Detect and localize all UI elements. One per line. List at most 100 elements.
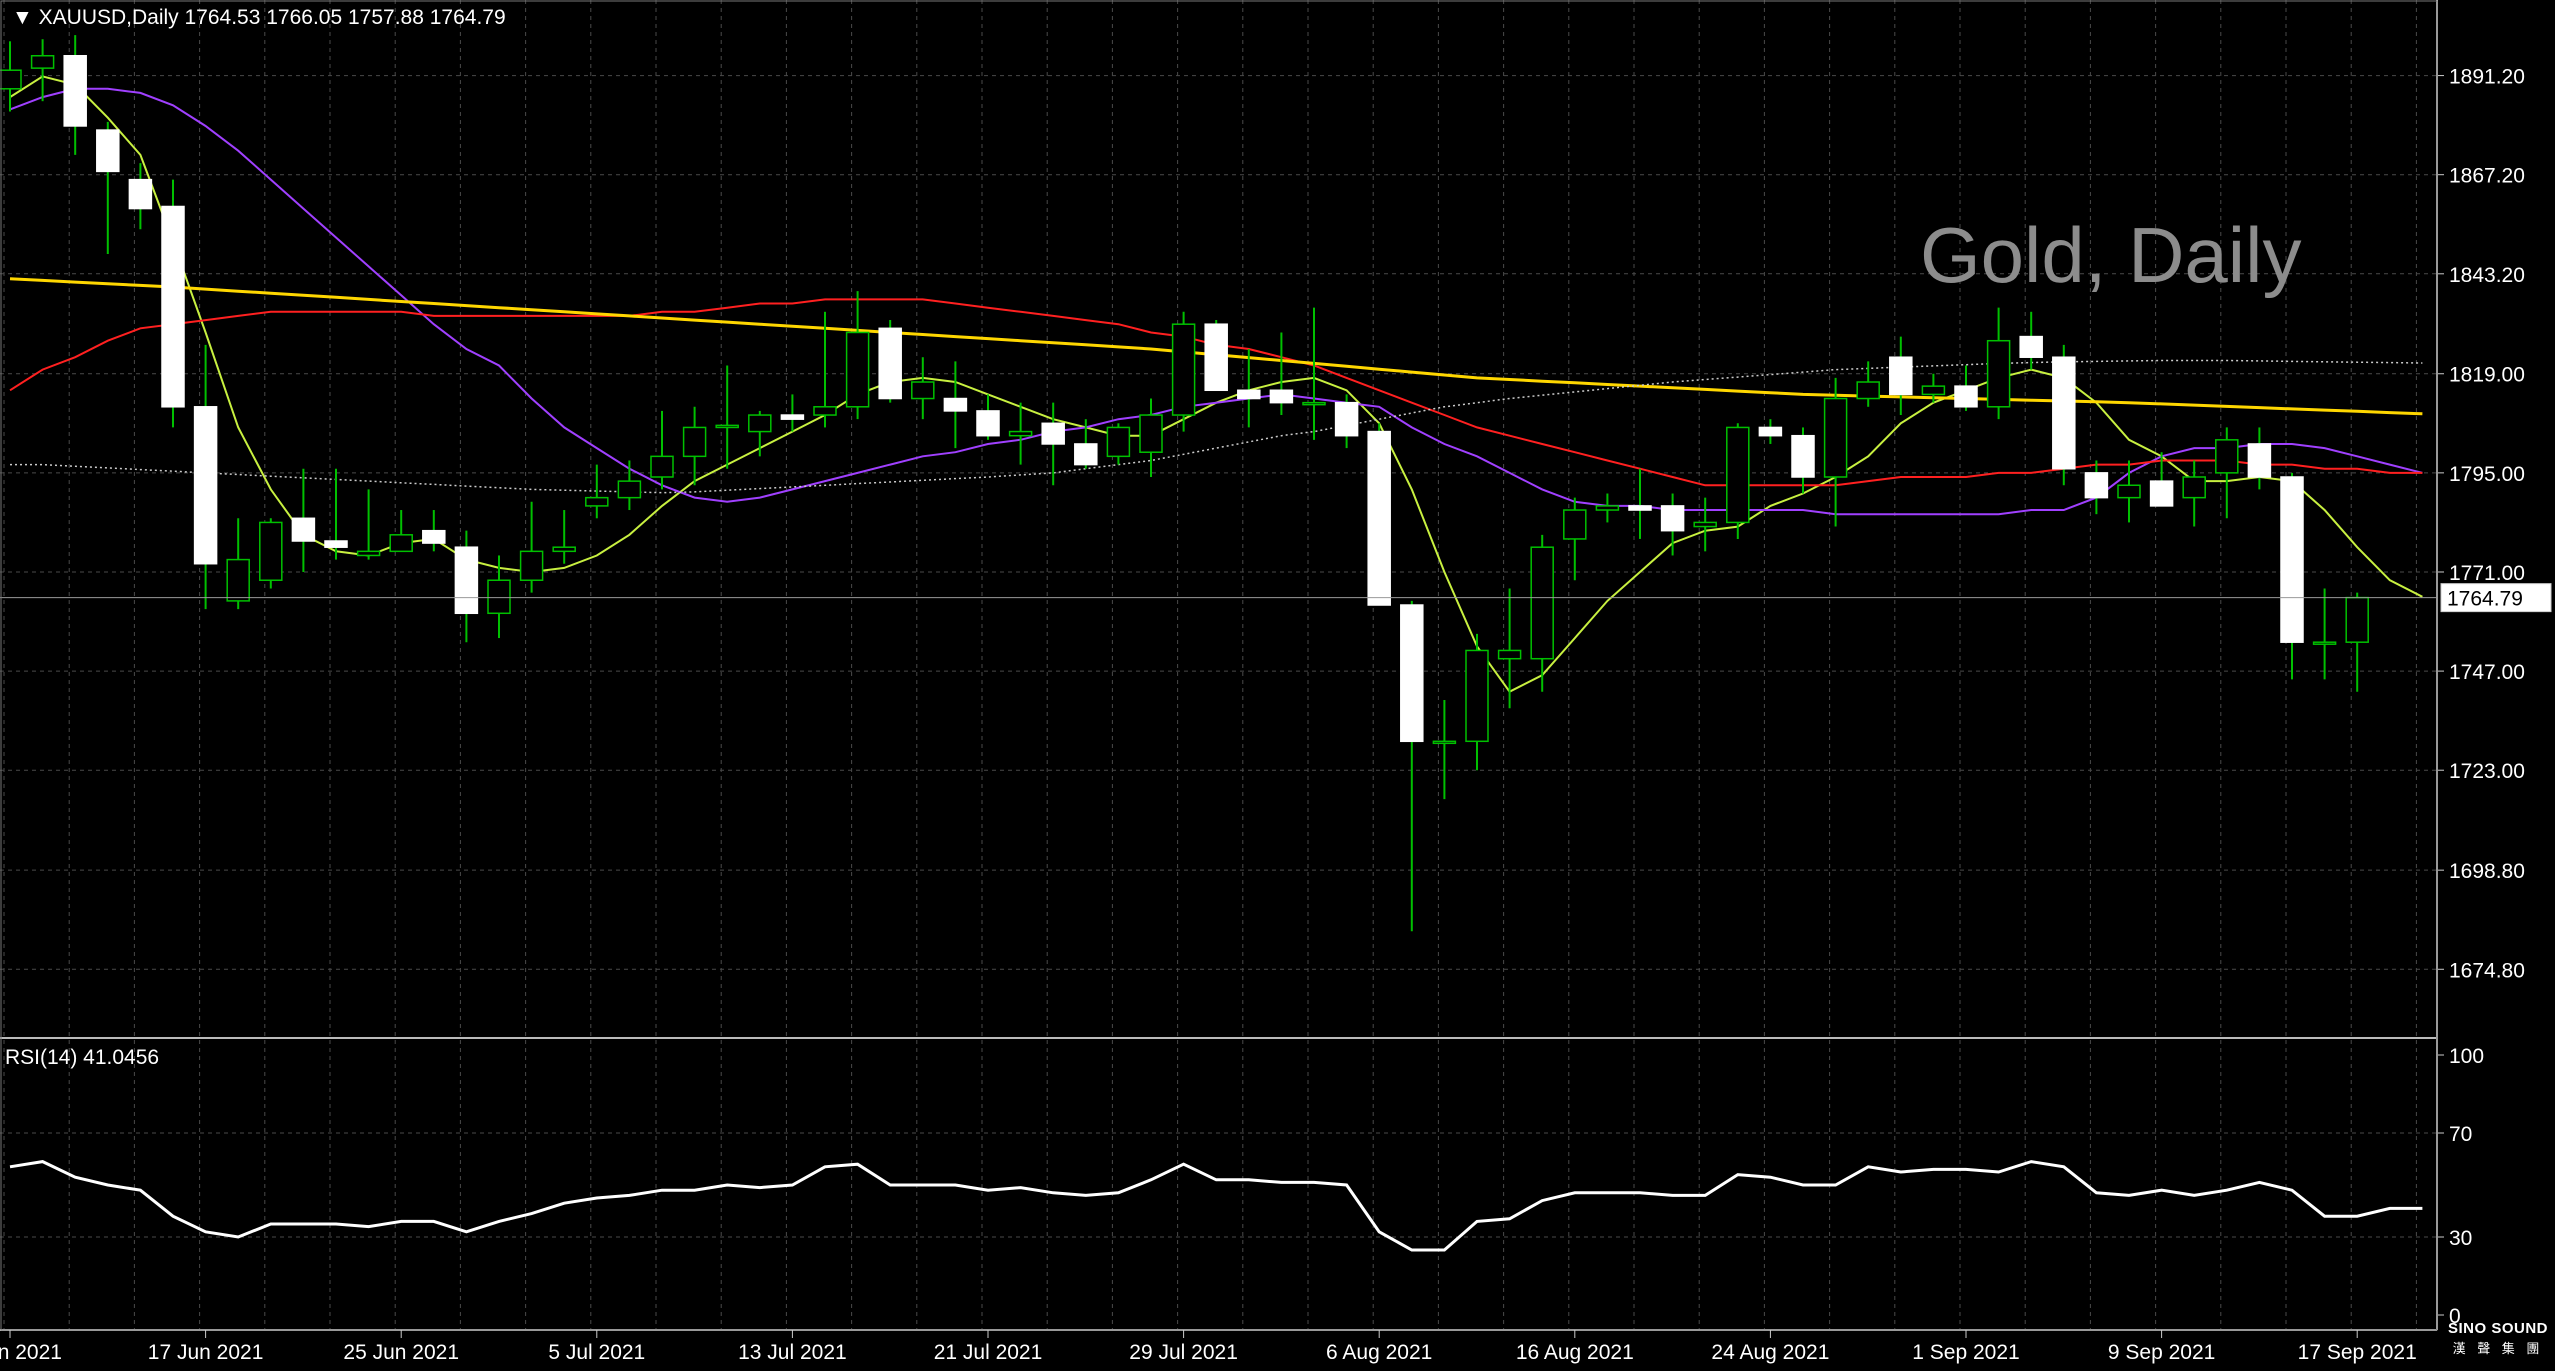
candle-body [1921, 385, 1946, 396]
candle-body [259, 521, 283, 581]
current-price-label: 1764.79 [2447, 588, 2523, 611]
candle-body [193, 406, 218, 565]
time-tick-label: 13 Jul 2021 [738, 1341, 847, 1364]
symbol-header: ▼ XAUUSD,Daily 1764.53 1766.05 1757.88 1… [12, 6, 506, 30]
candle-body [1302, 401, 1326, 406]
candle-body [291, 517, 316, 542]
candle-body [2182, 476, 2206, 499]
candle-body [1367, 430, 1391, 606]
candle-body [2280, 476, 2304, 643]
time-tick-label: 9 Sep 2021 [2108, 1341, 2215, 1364]
rsi-tick-label: 100 [2449, 1045, 2484, 1068]
candle-body [1269, 389, 1294, 404]
candle-body [30, 55, 55, 69]
time-tick-label: 24 Aug 2021 [1711, 1341, 1829, 1364]
candle-body [356, 550, 381, 557]
background [0, 0, 2555, 1371]
candle-body [1432, 740, 1457, 745]
candle-body [617, 480, 642, 499]
candle-body [2345, 596, 2369, 643]
candle-body [911, 381, 935, 400]
candle-body [128, 178, 153, 210]
candle-body [1008, 430, 1033, 437]
candle-body [1041, 422, 1065, 445]
time-tick-label: 17 Sep 2021 [2298, 1341, 2417, 1364]
candle-body [1106, 426, 1131, 458]
time-tick-label: 9 Jun 2021 [0, 1341, 62, 1364]
price-tick-label: 1795.00 [2449, 463, 2525, 486]
candle-body [1726, 426, 1750, 524]
candle-body [324, 540, 348, 548]
price-tick-label: 1891.20 [2449, 66, 2525, 89]
time-tick-label: 25 Jun 2021 [343, 1341, 459, 1364]
candle-body [1595, 505, 1620, 511]
candle-body [454, 546, 479, 615]
candle-body [389, 534, 413, 553]
price-tick-label: 1819.00 [2449, 364, 2525, 387]
logo-text: SINO SOUND [2447, 1320, 2548, 1337]
symbol-header-text: XAUUSD,Daily 1764.53 1766.05 1757.88 176… [38, 6, 506, 29]
candle-body [585, 496, 609, 507]
candle-body [1889, 356, 1913, 396]
time-tick-label: 16 Aug 2021 [1516, 1341, 1634, 1364]
candle-body [748, 414, 772, 433]
candle-body [780, 414, 805, 420]
price-tick-label: 1723.00 [2449, 760, 2525, 783]
candle-body [2215, 439, 2239, 474]
candle-body [715, 424, 739, 429]
candle-body [1237, 389, 1261, 400]
candle-body [96, 129, 120, 173]
candle-body [1693, 521, 1717, 528]
candle-body [0, 69, 22, 90]
candle-body [1758, 426, 1783, 437]
candle-body [845, 331, 870, 408]
candle-body [1400, 604, 1424, 743]
candle-body [1139, 414, 1163, 453]
candle-body [682, 426, 707, 458]
candle-body [943, 397, 968, 412]
candle-body [1856, 381, 1880, 400]
candle-body [1660, 505, 1685, 532]
candle-body [1986, 339, 2011, 408]
rsi-tick-label: 70 [2449, 1123, 2472, 1146]
candle-body [1628, 505, 1652, 511]
candle-body [226, 558, 250, 602]
candle-body [2019, 335, 2043, 358]
rsi-header: RSI(14) 41.0456 [5, 1046, 160, 1069]
candle-body [976, 410, 1000, 437]
candle-body [878, 327, 902, 400]
time-tick-label: 1 Sep 2021 [1912, 1341, 2019, 1364]
price-tick-label: 1674.80 [2449, 959, 2525, 982]
candle-body [1171, 323, 1196, 416]
price-tick-label: 1843.20 [2449, 264, 2525, 287]
time-tick-label: 29 Jul 2021 [1129, 1341, 1238, 1364]
price-tick-label: 1867.20 [2449, 165, 2525, 188]
time-tick-label: 5 Jul 2021 [548, 1341, 645, 1364]
candle-body [2149, 480, 2174, 507]
candle-body [2247, 443, 2272, 478]
logo-chinese-text: 漢 聲 集 團 [2452, 1341, 2544, 1356]
candle-body [487, 579, 511, 615]
sino-sound-logo: SINO SOUND 漢 聲 集 團 [2444, 1320, 2552, 1357]
time-tick-label: 17 Jun 2021 [148, 1341, 264, 1364]
candle-body [2084, 472, 2109, 499]
candle-body [161, 205, 185, 408]
price-tick-label: 1747.00 [2449, 661, 2525, 684]
candle-body [63, 55, 87, 127]
candle-body [2052, 356, 2076, 470]
candle-body [552, 546, 576, 553]
candle-body [1530, 546, 1554, 660]
candle-body [813, 406, 837, 416]
candle-body [1334, 401, 1359, 437]
candle-body [519, 550, 544, 581]
candle-body [2312, 641, 2337, 645]
candle-body [1791, 434, 1815, 478]
candle-body [650, 455, 674, 478]
chart-canvas: 1891.20 1867.20 1843.20 1819.00 1795.00 1771.… [0, 0, 2555, 1371]
watermark-title: Gold, Daily [1920, 211, 2302, 299]
candle-body [1497, 649, 1522, 660]
price-tick-label: 1771.00 [2449, 562, 2525, 585]
candle-body [1074, 443, 1098, 466]
dropdown-arrow-icon[interactable]: ▼ [12, 6, 33, 29]
candle-body [2117, 484, 2141, 499]
